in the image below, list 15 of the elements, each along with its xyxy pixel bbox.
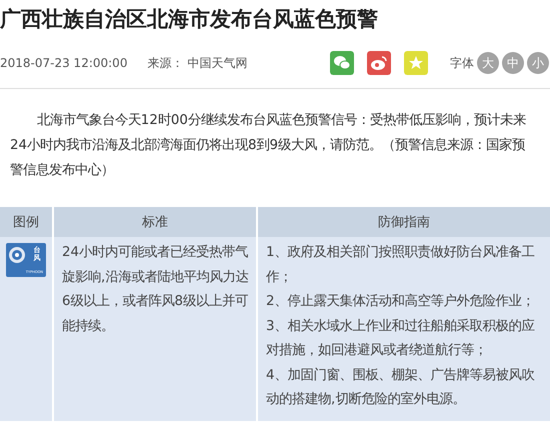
article-title: 广西壮族自治区北海市发布台风蓝色预警 xyxy=(0,6,379,33)
table-cell: 24小时内可能或者已经受热带气旋影响,沿海或者陆地平均风力达6级以上，或者阵风8级以上并可能持续。 xyxy=(54,237,256,420)
source-label: 来源： 中国天气网 xyxy=(147,54,248,72)
font-size-button[interactable]: 中 xyxy=(502,52,524,74)
column-header: 标准 xyxy=(54,207,256,237)
eye-logo-icon[interactable] xyxy=(367,51,391,75)
column-header: 防御指南 xyxy=(258,207,550,237)
column-header: 图例 xyxy=(0,207,52,237)
font-size-label: 字体 xyxy=(450,54,474,72)
font-size-button[interactable]: 小 xyxy=(527,52,549,74)
publish-date: 2018-07-23 12:00:00 xyxy=(0,56,128,70)
chat-bubbles-icon[interactable] xyxy=(330,51,354,75)
article-paragraph: 北海市气象台今天12时00分继续发布台风蓝色预警信号：受热带低压影响，预计未来24小时内我市沿海及北部湾海面仍将出现8到9级大风，请防范。（预警信息来源：国家预警信息发布中心） xyxy=(10,112,527,180)
font-size-button[interactable]: 大 xyxy=(477,52,499,74)
table-cell: 1、政府及相关部门按照职责做好防台风准备工作； 2、停止露天集体活动和高空等户外危险作业； 3、相关水域水上作业和过往船舶采取积极的应对措施，如回港避风或者绕道航行等； 4、加固门窗、围板、棚架、广告牌等易被风吹动的搭建物,切断危险的室外电源。 xyxy=(258,237,550,420)
